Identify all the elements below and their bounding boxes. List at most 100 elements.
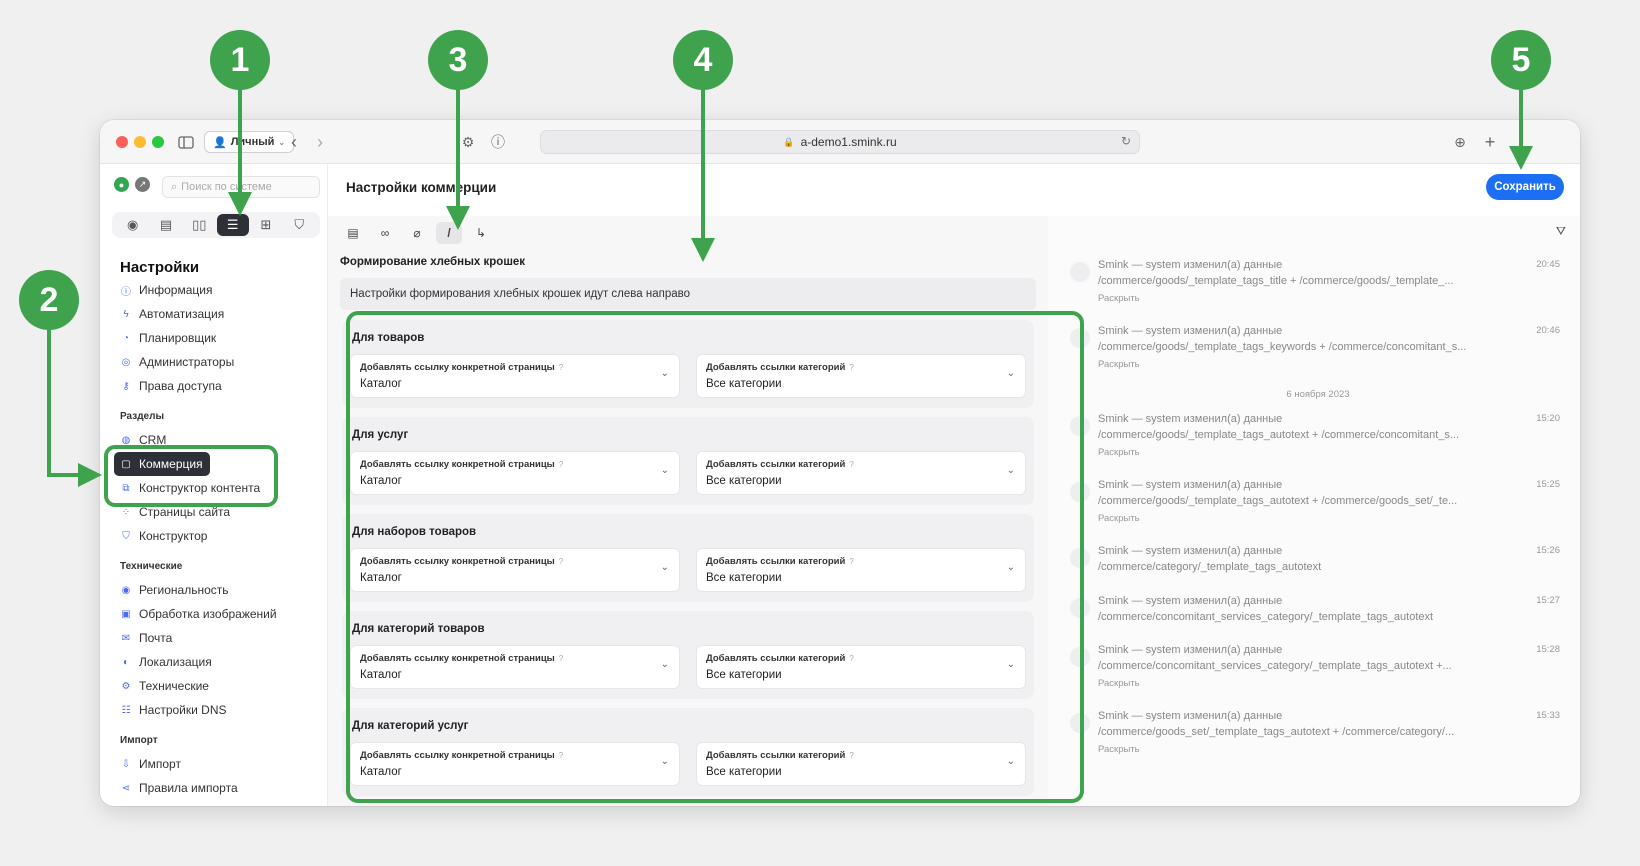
expand-link[interactable]: Раскрыть	[1098, 447, 1140, 458]
sidebar-item-scheduler[interactable]: ◔ Планировщик	[114, 326, 320, 350]
sidebar-item-crm[interactable]: ◍ CRM	[114, 428, 320, 452]
help-icon[interactable]: ?	[849, 363, 853, 372]
sidebar-item-technical[interactable]: ⚙ Технические	[114, 674, 320, 698]
profile-button[interactable]: 👤 Личный ⌄	[204, 131, 295, 153]
help-icon[interactable]: ?	[559, 557, 563, 566]
new-tab-icon[interactable]: +	[1480, 132, 1500, 152]
avatar	[1070, 713, 1090, 733]
log-entry: Smink — system изменил(а) данные /commer…	[1070, 256, 1566, 322]
address-text: a-demo1.smink.ru	[800, 135, 897, 149]
expand-link[interactable]: Раскрыть	[1098, 293, 1140, 304]
sidebar-heading: Настройки	[120, 259, 200, 276]
sidebar-item-commerce[interactable]: ▢ Коммерция	[114, 452, 210, 476]
category-links-select[interactable]: Добавлять ссылки категорий? Все категори…	[696, 451, 1026, 495]
info-icon[interactable]: ⓘ	[488, 132, 508, 152]
sidebar-item-dns[interactable]: ☷ Настройки DNS	[114, 698, 320, 722]
help-icon[interactable]: ?	[559, 460, 563, 469]
marker-5-label: 5	[1511, 40, 1531, 79]
page-link-select[interactable]: Добавлять ссылку конкретной страницы? Ка…	[350, 742, 680, 786]
breadcrumb-slash-icon[interactable]: /	[436, 222, 462, 244]
chevron-down-icon: ⌄	[660, 659, 669, 670]
sidebar-group-import: Импорт	[120, 735, 158, 746]
lock-icon: 🔒	[783, 136, 795, 147]
add-tab-icon[interactable]: ⊞	[250, 214, 282, 236]
sidebar-item-access[interactable]: ⚷ Права доступа	[114, 374, 320, 398]
route-icon[interactable]: ↳	[468, 222, 494, 244]
sidebar-tabs: ◉ ▤ ▯▯ ☰ ⊞ ⛉	[112, 212, 320, 238]
sidebar-item-localization[interactable]: ◐ Локализация	[114, 650, 320, 674]
avatar	[1070, 598, 1090, 618]
search-input[interactable]: ⌕ Поиск по системе	[162, 176, 320, 198]
avatar	[1070, 416, 1090, 436]
group-goods-categories: Для категорий товаров Добавлять ссылку к…	[342, 611, 1034, 699]
chevron-down-icon: ⌄	[1006, 562, 1015, 573]
expand-link[interactable]: Раскрыть	[1098, 513, 1140, 524]
help-icon[interactable]: ?	[849, 460, 853, 469]
help-icon[interactable]: ?	[849, 654, 853, 663]
help-icon[interactable]: ?	[849, 557, 853, 566]
globe-icon: ◐	[122, 656, 130, 668]
log-entry: Smink — system изменил(а) данные /commer…	[1070, 322, 1566, 388]
marker-2-arrow	[47, 330, 102, 487]
sidebar-item-content-builder[interactable]: ⧉ Конструктор контента	[114, 476, 320, 500]
close-window-button[interactable]	[116, 136, 128, 148]
sidebar-item-image-processing[interactable]: ▣ Обработка изображений	[114, 602, 320, 626]
dashboard-tab-icon[interactable]: ◉	[117, 214, 149, 236]
sidebar-item-mail[interactable]: ✉ Почта	[114, 626, 320, 650]
category-links-select[interactable]: Добавлять ссылки категорий? Все категори…	[696, 742, 1026, 786]
sidebar-item-info[interactable]: ⓘ Информация	[114, 278, 320, 302]
brush-tab-icon[interactable]: ⛉	[283, 214, 315, 236]
category-links-select[interactable]: Добавлять ссылки категорий? Все категори…	[696, 645, 1026, 689]
sidebar-item-import-rules[interactable]: ⋖ Правила импорта	[114, 776, 320, 800]
reload-icon[interactable]: ↻	[1121, 134, 1131, 148]
expand-link[interactable]: Раскрыть	[1098, 744, 1140, 755]
sidebar-item-admins[interactable]: ◎ Администраторы	[114, 350, 320, 374]
sidebar-toggle-icon[interactable]	[176, 132, 196, 152]
link-icon[interactable]: ∞	[372, 222, 398, 244]
share-icon: ⋖	[121, 782, 131, 794]
help-icon[interactable]: ?	[559, 363, 563, 372]
sidebar-group-sections: Разделы	[120, 411, 164, 422]
help-icon[interactable]: ?	[849, 751, 853, 760]
help-icon[interactable]: ?	[559, 751, 563, 760]
address-bar[interactable]: 🔒 a-demo1.smink.ru ↻	[540, 130, 1140, 154]
status-online-icon[interactable]: ●	[114, 177, 129, 192]
page-link-select[interactable]: Добавлять ссылку конкретной страницы? Ка…	[350, 451, 680, 495]
document-icon[interactable]: ▤	[340, 222, 366, 244]
import-icon: ⇩	[121, 758, 131, 770]
expand-link[interactable]: Раскрыть	[1098, 678, 1140, 689]
gear-icon[interactable]: ⚙	[458, 132, 478, 152]
book-tab-icon[interactable]: ▯▯	[183, 214, 215, 236]
minimize-window-button[interactable]	[134, 136, 146, 148]
sidebar-item-builder[interactable]: ⛉ Конструктор	[114, 524, 320, 548]
bolt-icon: ϟ	[123, 308, 129, 320]
filter-icon[interactable]: ⛛	[1556, 224, 1566, 239]
pin-icon: ◉	[121, 584, 131, 596]
sidebar-item-automation[interactable]: ϟ Автоматизация	[114, 302, 320, 326]
category-links-select[interactable]: Добавлять ссылки категорий? Все категори…	[696, 354, 1026, 398]
profile-label: Личный	[230, 136, 275, 148]
sidebar-item-regional[interactable]: ◉ Региональность	[114, 578, 320, 602]
help-icon[interactable]: ?	[559, 654, 563, 663]
category-links-select[interactable]: Добавлять ссылки категорий? Все категори…	[696, 548, 1026, 592]
expand-link[interactable]: Раскрыть	[1098, 359, 1140, 370]
page-link-select[interactable]: Добавлять ссылку конкретной страницы? Ка…	[350, 548, 680, 592]
avatar	[1070, 328, 1090, 348]
tag-icon[interactable]: ⌀	[404, 222, 430, 244]
sidebar-item-import[interactable]: ⇩ Импорт	[114, 752, 320, 776]
maximize-window-button[interactable]	[152, 136, 164, 148]
chevron-down-icon: ⌄	[660, 756, 669, 767]
sidebar-item-site-pages[interactable]: ⁘ Страницы сайта	[114, 500, 320, 524]
store-tab-icon[interactable]: ▤	[150, 214, 182, 236]
download-icon[interactable]: ⊕	[1450, 132, 1470, 152]
settings-sliders-tab-icon[interactable]: ☰	[216, 214, 249, 236]
back-arrow-icon[interactable]: ‹	[284, 132, 304, 152]
group-services: Для услуг Добавлять ссылку конкретной ст…	[342, 417, 1034, 505]
compass-icon[interactable]: ↗	[135, 177, 150, 192]
page-link-select[interactable]: Добавлять ссылку конкретной страницы? Ка…	[350, 354, 680, 398]
browser-window: 👤 Личный ⌄ ‹ › ⚙ ⓘ 🔒 a-demo1.smink.ru ↻ …	[100, 120, 1580, 806]
save-button[interactable]: Сохранить	[1486, 174, 1564, 200]
forward-arrow-icon[interactable]: ›	[310, 132, 330, 152]
key-icon: ⚷	[122, 380, 130, 392]
page-link-select[interactable]: Добавлять ссылку конкретной страницы? Ка…	[350, 645, 680, 689]
